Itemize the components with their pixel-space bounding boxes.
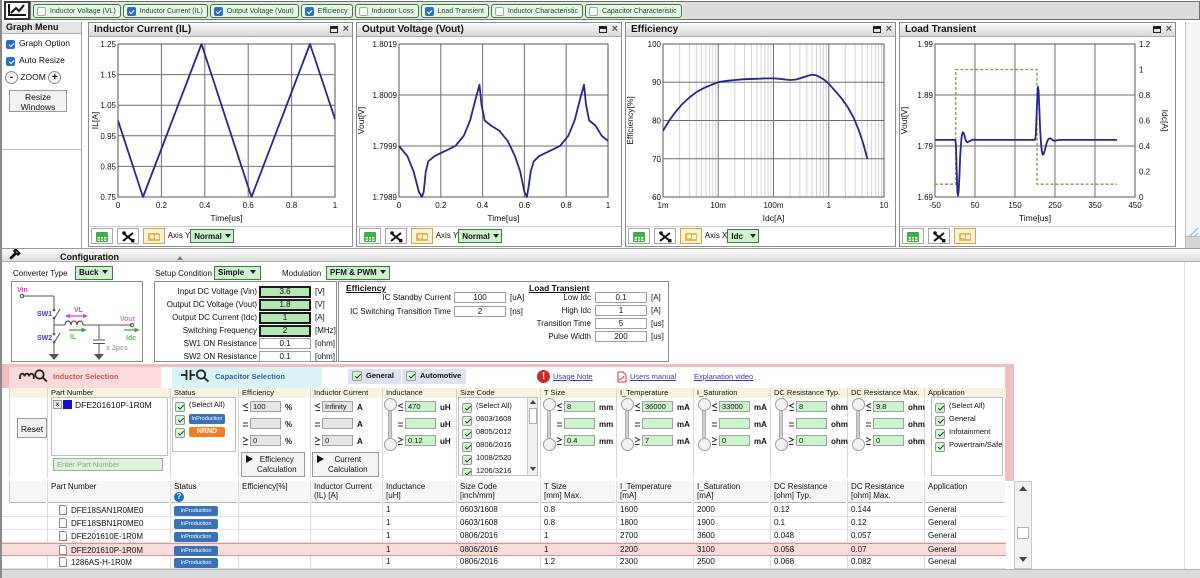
svg-text:0.2: 0.2 <box>435 201 447 210</box>
svg-text:1: 1 <box>333 201 338 210</box>
svg-text:0.6: 0.6 <box>1139 117 1151 126</box>
svg-text:0.95: 0.95 <box>100 132 116 141</box>
svg-text:1.7999: 1.7999 <box>373 142 398 151</box>
svg-text:50: 50 <box>971 201 980 210</box>
svg-text:90: 90 <box>652 78 661 87</box>
svg-text:Time[us]: Time[us] <box>1019 213 1051 223</box>
svg-text:0.8: 0.8 <box>1139 91 1151 100</box>
svg-text:1m: 1m <box>657 201 668 210</box>
svg-text:IL: IL <box>70 334 77 341</box>
svg-text:0.6: 0.6 <box>243 201 255 210</box>
svg-text:80: 80 <box>652 117 661 126</box>
svg-text:0.2: 0.2 <box>156 201 168 210</box>
svg-text:Vout[V]: Vout[V] <box>900 107 909 134</box>
svg-text:1.8009: 1.8009 <box>373 91 398 100</box>
svg-text:1.05: 1.05 <box>100 101 116 110</box>
svg-text:100: 100 <box>648 40 662 49</box>
svg-text:Idc[A]: Idc[A] <box>1160 110 1170 132</box>
svg-text:IL[A]: IL[A] <box>90 112 100 129</box>
svg-text:0.4: 0.4 <box>1139 142 1151 151</box>
svg-text:Efficiency[%]: Efficiency[%] <box>626 96 635 145</box>
svg-text:Time[us]: Time[us] <box>210 213 242 223</box>
svg-text:0.4: 0.4 <box>199 201 211 210</box>
svg-text:VL: VL <box>74 307 84 314</box>
svg-text:0.8: 0.8 <box>286 201 298 210</box>
svg-text:1.99: 1.99 <box>917 40 933 49</box>
svg-text:1.15: 1.15 <box>100 71 116 80</box>
svg-text:1.8019: 1.8019 <box>373 40 398 49</box>
svg-text:1.89: 1.89 <box>917 91 933 100</box>
svg-text:1.2: 1.2 <box>1139 40 1151 49</box>
svg-text:1.25: 1.25 <box>100 40 116 49</box>
svg-text:250: 250 <box>1048 201 1062 210</box>
svg-text:10: 10 <box>880 201 889 210</box>
svg-text:70: 70 <box>652 155 661 164</box>
svg-text:1: 1 <box>827 201 832 210</box>
svg-text:1: 1 <box>1139 66 1144 75</box>
svg-text:Idc[A]: Idc[A] <box>763 213 785 223</box>
svg-text:350: 350 <box>1088 201 1102 210</box>
svg-text:1.7989: 1.7989 <box>373 193 398 202</box>
svg-text:0.6: 0.6 <box>519 201 531 210</box>
svg-text:0.2: 0.2 <box>1139 168 1151 177</box>
svg-text:0.8: 0.8 <box>561 201 573 210</box>
svg-text:0: 0 <box>397 201 402 210</box>
svg-text:10m: 10m <box>710 201 726 210</box>
svg-text:0: 0 <box>116 201 121 210</box>
svg-text:450: 450 <box>1128 201 1142 210</box>
svg-text:0.85: 0.85 <box>100 162 116 171</box>
svg-text:Vout[V]: Vout[V] <box>357 107 366 134</box>
svg-text:Time[us]: Time[us] <box>487 213 519 223</box>
svg-text:150: 150 <box>1008 201 1022 210</box>
svg-text:SW1: SW1 <box>37 311 52 318</box>
svg-text:Vin: Vin <box>17 287 28 294</box>
svg-text:0.4: 0.4 <box>477 201 489 210</box>
svg-text:0.75: 0.75 <box>100 193 116 202</box>
svg-text:1: 1 <box>606 201 611 210</box>
svg-text:1.79: 1.79 <box>917 142 933 151</box>
svg-text:100m: 100m <box>763 201 783 210</box>
svg-text:SW2: SW2 <box>37 335 52 342</box>
svg-text:-50: -50 <box>929 201 941 210</box>
